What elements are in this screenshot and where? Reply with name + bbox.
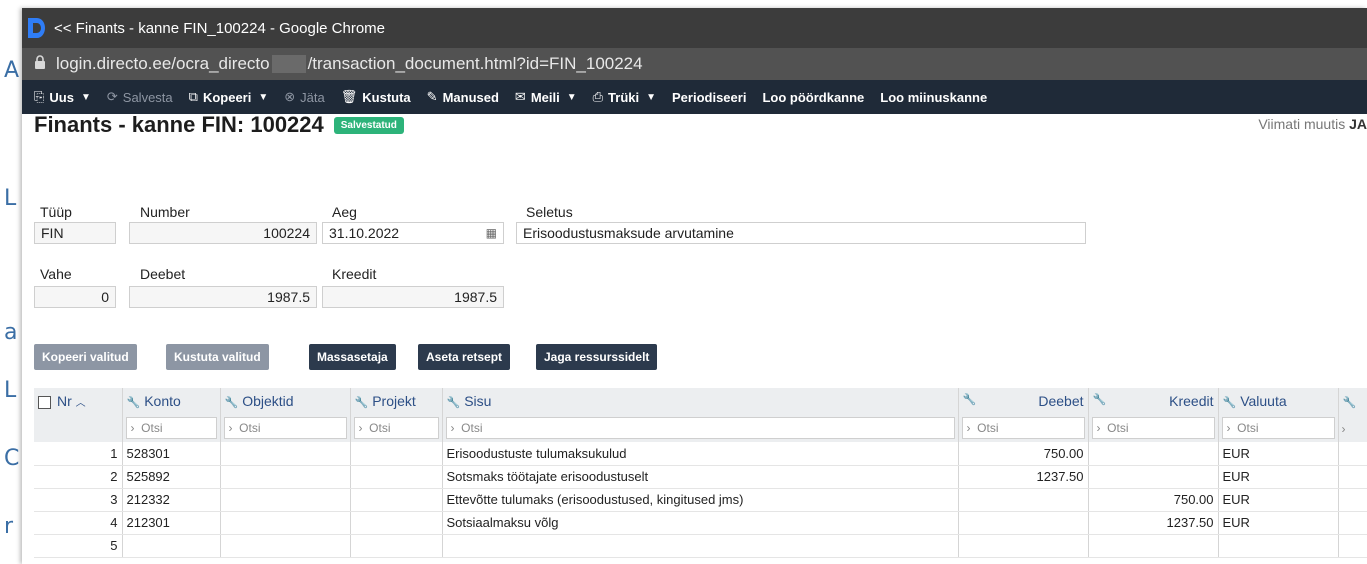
reverse-entry-button[interactable]: Loo pöördkanne	[762, 90, 864, 105]
delete-selected-button[interactable]: Kustuta valitud	[166, 344, 269, 370]
skip-button[interactable]: ⊗ Jäta	[284, 89, 324, 105]
background-page: A L a L C r	[0, 0, 22, 564]
description-label: Seletus	[526, 204, 573, 220]
chevron-right-icon[interactable]: ›	[1342, 422, 1346, 436]
print-button[interactable]: ⎙ Trüki ▼	[593, 89, 656, 105]
wrench-icon[interactable]: 🔧	[1223, 397, 1237, 409]
filter-input-content[interactable]: › Otsi	[445, 417, 955, 439]
debit-total-field: 1987.5	[129, 286, 317, 308]
save-icon: ⟳	[106, 89, 118, 104]
copy-selected-button[interactable]: Kopeeri valitud	[34, 344, 137, 370]
credit-label: Kreedit	[332, 266, 377, 282]
copy-icon: ⧉	[188, 89, 198, 104]
time-label: Aeg	[332, 204, 357, 220]
filter-input-account[interactable]: › Otsi	[125, 417, 217, 439]
column-header-account[interactable]: 🔧 Konto	[122, 388, 221, 414]
description-field[interactable]: Erisoodustusmaksude arvutamine	[516, 222, 1086, 244]
credit-total-field: 1987.5	[322, 286, 504, 308]
wrench-icon[interactable]: 🔧	[355, 397, 369, 409]
number-field[interactable]: 100224	[129, 222, 317, 244]
filter-input-project[interactable]: › Otsi	[353, 417, 439, 439]
difference-field: 0	[34, 286, 116, 308]
filter-input-debit[interactable]: › Otsi	[961, 417, 1085, 439]
printer-icon: ⎙	[592, 89, 604, 104]
document-toolbar: ⎘ Uus ▼ ⟳ Salvesta ⧉ Kopeeri ▼ ⊗ Jäta 🗑 Kustuta…	[22, 80, 1367, 114]
periodize-button[interactable]: Periodiseeri	[672, 90, 746, 105]
table-row[interactable]: 4 212301 Sotsiaalmaksu võlg 1237.50 EUR	[34, 511, 1367, 535]
mass-setter-button[interactable]: Massasetaja	[309, 344, 396, 370]
directo-logo-icon	[28, 16, 46, 40]
paperclip-icon: ✎	[426, 89, 438, 104]
chevron-down-icon: ▼	[646, 91, 657, 103]
table-row[interactable]: 5	[34, 534, 1367, 558]
new-button[interactable]: ⎘ Uus ▼	[34, 89, 91, 105]
type-label: Tüüp	[40, 204, 72, 220]
url-suffix: /transaction_document.html?id=FIN_100224	[307, 54, 643, 73]
filter-input-credit[interactable]: › Otsi	[1091, 417, 1215, 439]
page-title: Finants - kanne FIN: 100224	[34, 112, 324, 137]
trash-icon: 🗑	[340, 89, 358, 104]
redacted-block	[271, 55, 306, 73]
cancel-circle-icon: ⊗	[284, 89, 296, 104]
minus-entry-button[interactable]: Loo miinuskanne	[880, 90, 987, 105]
copy-button[interactable]: ⧉ Kopeeri ▼	[189, 89, 269, 105]
lock-icon	[34, 54, 46, 74]
wrench-icon[interactable]: 🔧	[1093, 393, 1107, 406]
attachments-button[interactable]: ✎ Manused	[427, 89, 499, 105]
status-badge: Salvestatud	[333, 116, 404, 134]
type-field[interactable]: FIN	[34, 222, 116, 244]
table-header-row: Nr ︿ 🔧 Konto 🔧 Objektid 🔧 Projekt 🔧 Sisu 🔧 De…	[34, 388, 1367, 414]
debit-label: Deebet	[140, 266, 186, 282]
filter-input-objects[interactable]: › Otsi	[223, 417, 347, 439]
filter-row: › Otsi › Otsi › Otsi › Otsi › Otsi › Ots…	[34, 414, 1367, 442]
sort-up-icon[interactable]: ︿	[76, 398, 86, 409]
column-header-debit[interactable]: 🔧 Deebet	[958, 388, 1089, 414]
wrench-icon[interactable]: 🔧	[127, 397, 141, 409]
column-header-currency[interactable]: 🔧 Valuuta	[1218, 388, 1339, 414]
column-header-extra[interactable]: 🔧	[1338, 388, 1367, 414]
entries-table: Nr ︿ 🔧 Konto 🔧 Objektid 🔧 Projekt 🔧 Sisu 🔧 De…	[34, 388, 1367, 558]
number-label: Number	[140, 204, 190, 220]
column-header-content[interactable]: 🔧 Sisu	[442, 388, 959, 414]
column-header-objects[interactable]: 🔧 Objektid	[220, 388, 351, 414]
calendar-icon[interactable]: ▦	[486, 223, 497, 243]
set-recipe-button[interactable]: Aseta retsept	[418, 344, 511, 370]
wrench-icon[interactable]: 🔧	[1343, 397, 1357, 409]
chevron-down-icon: ▼	[80, 91, 91, 103]
delete-button[interactable]: 🗑 Kustuta	[341, 89, 411, 105]
last-modified: Viimati muutis JA	[1258, 116, 1367, 132]
difference-label: Vahe	[40, 266, 72, 282]
share-resources-button[interactable]: Jaga ressurssidelt	[536, 344, 658, 370]
chevron-down-icon: ▼	[566, 91, 577, 103]
address-bar[interactable]: login.directo.ee/ocra_directo /transacti…	[22, 48, 1367, 80]
filter-input-currency[interactable]: › Otsi	[1221, 417, 1335, 439]
email-button[interactable]: ✉ Meili ▼	[515, 89, 577, 105]
chevron-down-icon: ▼	[258, 91, 269, 103]
window-title: << Finants - kanne FIN_100224 - Google C…	[54, 19, 386, 37]
date-field[interactable]: 31.10.2022 ▦	[322, 222, 504, 244]
new-document-icon: ⎘	[34, 89, 45, 104]
title-bar: << Finants - kanne FIN_100224 - Google C…	[22, 8, 1367, 48]
page-header: Finants - kanne FIN: 100224 Salvestatud	[34, 112, 404, 138]
table-row[interactable]: 2 525892 Sotsmaks töötajate erisoodustus…	[34, 465, 1367, 489]
last-modified-user: JA	[1349, 116, 1367, 132]
column-header-project[interactable]: 🔧 Projekt	[350, 388, 443, 414]
table-row[interactable]: 3 212332 Ettevõtte tulumaks (erisoodustu…	[34, 488, 1367, 512]
wrench-icon[interactable]: 🔧	[225, 397, 239, 409]
column-header-credit[interactable]: 🔧 Kreedit	[1088, 388, 1219, 414]
url-prefix: login.directo.ee/ocra_directo	[56, 54, 270, 73]
wrench-icon[interactable]: 🔧	[963, 393, 977, 406]
table-row[interactable]: 1 528301 Erisoodustuste tulumaksukulud 7…	[34, 442, 1367, 466]
checkbox-icon[interactable]	[38, 395, 51, 409]
browser-window: << Finants - kanne FIN_100224 - Google C…	[22, 8, 1367, 564]
select-all-header[interactable]: Nr ︿	[34, 388, 123, 414]
save-button[interactable]: ⟳ Salvesta	[107, 89, 173, 105]
envelope-icon: ✉	[514, 89, 526, 104]
wrench-icon[interactable]: 🔧	[447, 397, 461, 409]
